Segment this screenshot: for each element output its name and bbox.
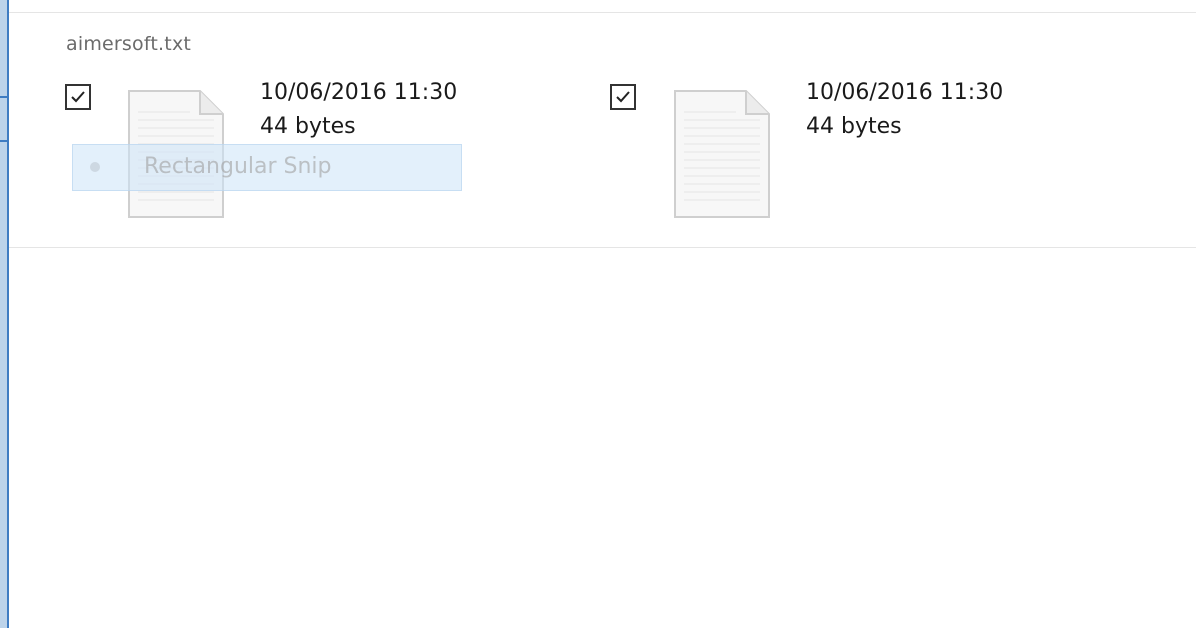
file-checkbox-1[interactable] [65,84,91,110]
edge-tick [0,96,7,98]
snip-mode-icon [90,162,100,172]
file-checkbox-2[interactable] [610,84,636,110]
text-file-icon[interactable] [674,90,770,218]
file-size: 44 bytes [806,114,902,139]
top-divider [9,12,1196,13]
file-size: 44 bytes [260,114,356,139]
checkmark-icon [616,91,630,103]
file-date: 10/06/2016 11:30 [260,80,458,105]
window-left-edge [0,0,9,628]
snip-menu-label: Rectangular Snip [144,154,332,179]
file-date: 10/06/2016 11:30 [806,80,1004,105]
checkmark-icon [71,91,85,103]
bottom-divider [9,247,1196,248]
group-title: aimersoft.txt [66,33,192,55]
edge-tick [0,140,7,142]
